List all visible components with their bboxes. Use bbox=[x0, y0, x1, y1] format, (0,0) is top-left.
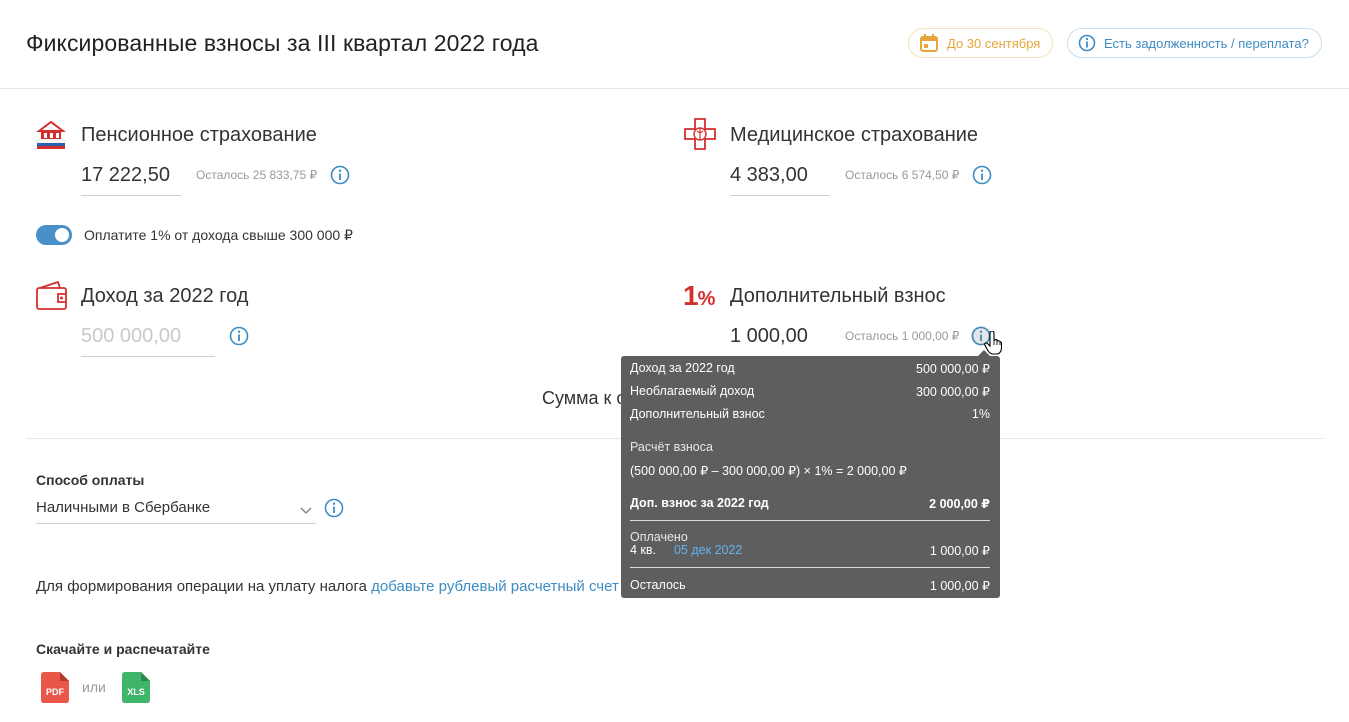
one-percent-number: 1 bbox=[683, 280, 699, 311]
tooltip-untaxed-row: Необлагаемый доход 300 000,00 ₽ bbox=[630, 384, 990, 399]
tooltip-calc-label: Расчёт взноса bbox=[630, 440, 713, 454]
one-percent-toggle[interactable] bbox=[36, 225, 72, 245]
one-percent-toggle-label: Оплатите 1% от дохода свыше 300 000 ₽ bbox=[84, 227, 353, 243]
account-notice-text: Для формирования операции на уплату нало… bbox=[36, 578, 372, 595]
xls-download-icon[interactable]: XLS bbox=[122, 672, 150, 703]
medical-cross-icon bbox=[684, 118, 716, 155]
toggle-knob bbox=[55, 228, 69, 242]
tooltip-income-value: 500 000,00 ₽ bbox=[916, 362, 990, 376]
tooltip-total-label: Доп. взнос за 2022 год bbox=[630, 496, 769, 510]
additional-contribution-tooltip: Доход за 2022 год 500 000,00 ₽ Необлагае… bbox=[621, 350, 1000, 598]
pension-remaining: Осталось 25 833,75 ₽ bbox=[196, 168, 318, 182]
wallet-icon bbox=[36, 280, 67, 315]
info-icon bbox=[1078, 34, 1096, 52]
tooltip-calc-formula: (500 000,00 ₽ – 300 000,00 ₽) × 1% = 2 0… bbox=[630, 464, 907, 478]
header-divider bbox=[0, 88, 1349, 89]
pdf-label: PDF bbox=[46, 687, 64, 697]
add-account-link[interactable]: добавьте рублевый расчетный счет bbox=[371, 578, 619, 595]
tooltip-additional-value: 1% bbox=[971, 407, 990, 421]
tooltip-untaxed-label: Необлагаемый доход bbox=[630, 384, 755, 398]
hand-cursor-icon bbox=[984, 330, 1003, 360]
debt-overpayment-label: Есть задолженность / переплата? bbox=[1104, 35, 1309, 51]
download-label: Скачайте и распечатайте bbox=[36, 641, 210, 657]
or-label: или bbox=[82, 679, 106, 695]
pension-amount-input[interactable]: 17 222,50 bbox=[81, 164, 181, 196]
calendar-icon bbox=[919, 33, 939, 53]
tooltip-total-row: Доп. взнос за 2022 год 2 000,00 ₽ bbox=[630, 496, 990, 511]
medical-title: Медицинское страхование bbox=[730, 124, 979, 146]
payment-method-select[interactable]: Наличными в Сбербанке bbox=[36, 496, 316, 524]
one-percent-badge: 1% bbox=[683, 280, 716, 312]
tooltip-left-label: Осталось bbox=[630, 578, 686, 592]
tooltip-divider bbox=[630, 567, 990, 568]
additional-remaining: Осталось 1 000,00 ₽ bbox=[845, 329, 960, 343]
deadline-label: До 30 сентября bbox=[947, 35, 1041, 51]
tooltip-total-value: 2 000,00 ₽ bbox=[929, 497, 990, 511]
tooltip-paid-heading: Оплачено bbox=[630, 530, 990, 544]
sum-label: Сумма к о bbox=[542, 388, 627, 408]
tooltip-paid-quarter: 4 кв. bbox=[630, 543, 657, 557]
account-notice: Для формирования операции на уплату нало… bbox=[36, 578, 619, 595]
income-title: Доход за 2022 год bbox=[81, 285, 249, 307]
pfr-logo-icon bbox=[36, 119, 66, 154]
payment-method-label: Способ оплаты bbox=[36, 472, 145, 488]
pdf-download-icon[interactable]: PDF bbox=[41, 672, 69, 703]
tooltip-calc-formula-row: (500 000,00 ₽ – 300 000,00 ₽) × 1% = 2 0… bbox=[630, 463, 990, 478]
tooltip-calc-heading: Расчёт взноса bbox=[630, 440, 990, 454]
additional-amount-input[interactable]: 1 000,00 bbox=[730, 325, 830, 357]
pension-info-icon[interactable] bbox=[330, 165, 350, 185]
tooltip-paid-date: 05 дек 2022 bbox=[674, 543, 743, 557]
tooltip-paid-label: Оплачено bbox=[630, 530, 688, 544]
tooltip-left-value: 1 000,00 ₽ bbox=[929, 579, 990, 593]
medical-remaining: Осталось 6 574,50 ₽ bbox=[845, 168, 960, 182]
tooltip-income-row: Доход за 2022 год 500 000,00 ₽ bbox=[630, 361, 990, 376]
tooltip-paid-row: 4 кв. 05 дек 2022 1 000,00 ₽ bbox=[630, 543, 990, 558]
debt-overpayment-link[interactable]: Есть задолженность / переплата? bbox=[1067, 28, 1322, 58]
tooltip-income-label: Доход за 2022 год bbox=[630, 361, 735, 375]
income-input[interactable]: 500 000,00 bbox=[81, 325, 215, 357]
tooltip-left-row: Осталось 1 000,00 ₽ bbox=[630, 578, 990, 593]
payment-method-value: Наличными в Сбербанке bbox=[36, 499, 211, 516]
medical-amount-input[interactable]: 4 383,00 bbox=[730, 164, 830, 196]
deadline-badge: До 30 сентября bbox=[908, 28, 1054, 58]
xls-label: XLS bbox=[127, 687, 145, 697]
income-info-icon[interactable] bbox=[229, 326, 249, 346]
page-title: Фиксированные взносы за III квартал 2022… bbox=[26, 30, 539, 56]
tooltip-additional-row: Дополнительный взнос 1% bbox=[630, 407, 990, 421]
payment-info-icon[interactable] bbox=[324, 498, 344, 518]
tooltip-paid-value: 1 000,00 ₽ bbox=[929, 544, 990, 558]
chevron-down-icon bbox=[300, 502, 312, 519]
tooltip-untaxed-value: 300 000,00 ₽ bbox=[916, 385, 990, 399]
pension-title: Пенсионное страхование bbox=[81, 124, 317, 146]
one-percent-symbol: % bbox=[697, 288, 716, 310]
tooltip-additional-label: Дополнительный взнос bbox=[630, 407, 765, 421]
medical-info-icon[interactable] bbox=[972, 165, 992, 185]
additional-title: Дополнительный взнос bbox=[730, 285, 946, 307]
tooltip-divider bbox=[630, 520, 990, 521]
